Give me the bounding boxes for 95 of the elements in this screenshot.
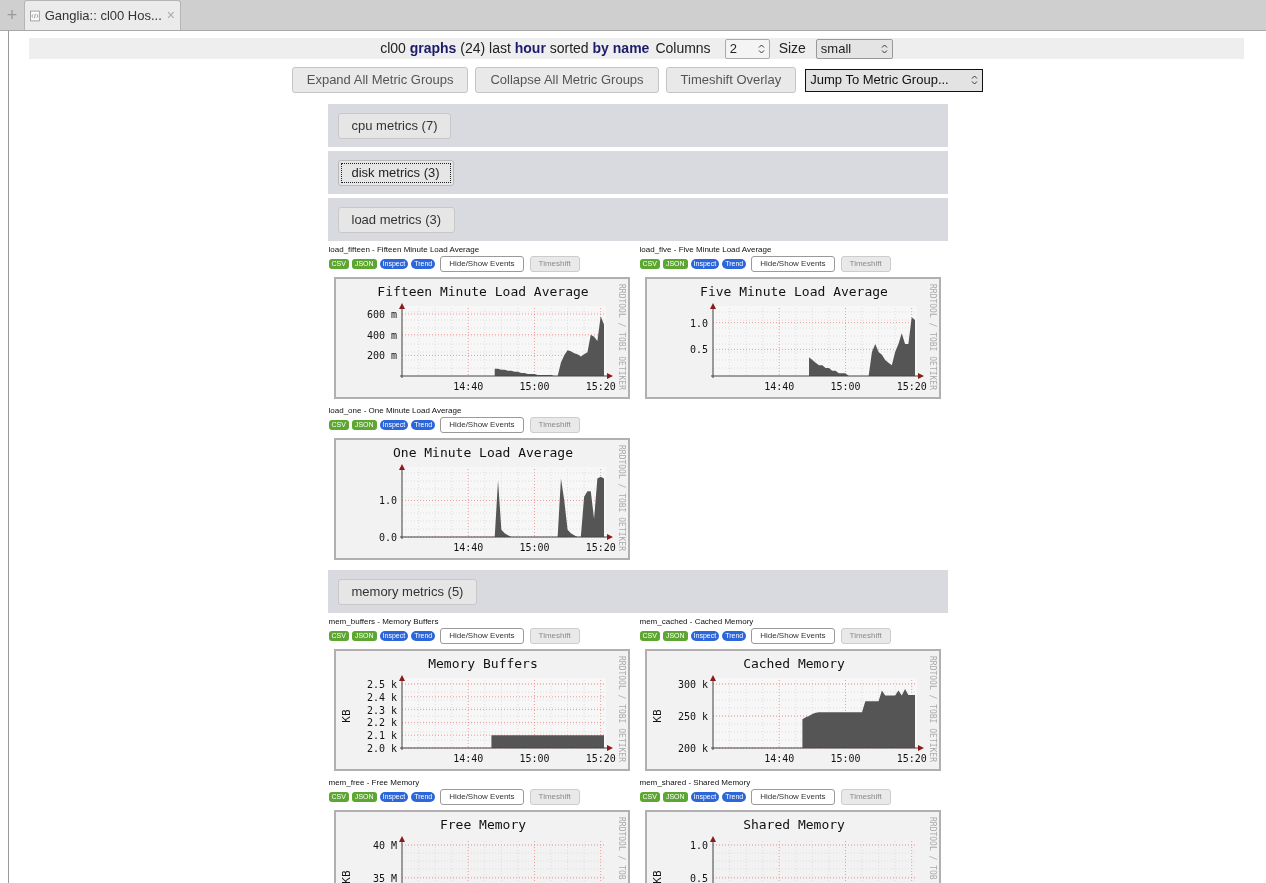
credit-text: RRDTOOL / TOBI OETIKER	[927, 656, 937, 762]
credit-text: RRDTOOL / TOB	[927, 817, 937, 880]
jump-select[interactable]: Jump To Metric Group...	[805, 68, 984, 92]
y-tick-label: 1.0	[689, 317, 708, 329]
x-tick-label: 15:20	[585, 753, 616, 764]
x-tick-label: 14:40	[452, 381, 483, 392]
toolbar-button[interactable]: Timeshift Overlay	[665, 67, 797, 93]
x-tick-label: 15:20	[896, 753, 927, 764]
graph-title: Memory Buffers	[427, 656, 538, 671]
graph-image[interactable]: Five Minute Load Average 1.0 0.5 14:40 15:00 15:20 RRDTOOL / TOBI OETIKER	[644, 277, 941, 399]
metric-group-button[interactable]: disk metrics (3)	[337, 159, 454, 186]
toggle-button[interactable]: Hide/Show Events	[440, 628, 524, 644]
columns-spinner[interactable]: 2	[724, 38, 770, 59]
graph-image[interactable]: Free Memory 40 M 35 M KB RRDTOOL / TOB	[333, 810, 630, 883]
x-tick-label: 15:00	[518, 381, 549, 392]
y-tick-label: 0.5	[689, 872, 708, 883]
y-axis-label: KB	[339, 709, 353, 723]
graph-title: Cached Memory	[742, 656, 845, 671]
toggle-button[interactable]: Hide/Show Events	[440, 789, 524, 805]
size-select[interactable]: small	[815, 38, 893, 59]
y-axis	[709, 836, 716, 883]
y-tick-label: 200 m	[366, 350, 397, 362]
x-tick-label: 15:00	[829, 753, 860, 764]
spinner-arrows-icon	[971, 74, 979, 86]
graph-caption: mem_buffers - Memory Buffers	[327, 617, 440, 627]
y-tick-label: 1.0	[378, 495, 397, 507]
y-tick-label: 40 M	[372, 840, 397, 851]
credit-text: RRDTOOL / TOBI OETIKER	[616, 445, 626, 551]
y-tick-label: 0.5	[689, 344, 708, 356]
graph-caption: load_one - One Minute Load Average	[327, 406, 463, 416]
metric-group-button[interactable]: memory metrics (5)	[337, 578, 478, 605]
columns-label: Columns	[655, 39, 711, 58]
y-tick-label: 400 m	[366, 329, 397, 341]
toggle-button[interactable]: Hide/Show Events	[440, 256, 524, 272]
view-summary: cl00 graphs (24) last hour sorted by name	[380, 39, 650, 58]
y-axis	[398, 836, 405, 883]
credit-text: RRDTOOL / TOBI OETIKER	[616, 284, 626, 390]
x-tick-label: 15:20	[896, 381, 927, 392]
toolbar-button[interactable]: Expand All Metric Groups	[291, 67, 469, 93]
y-tick-label: 35 M	[372, 872, 397, 883]
credit-text: RRDTOOL / TOBI OETIKER	[927, 284, 937, 390]
toggle-button[interactable]: Hide/Show Events	[751, 256, 835, 272]
browser-tab[interactable]: Ganglia:: cl00 Hos... ×	[24, 0, 181, 30]
credit-text: RRDTOOL / TOB	[616, 817, 626, 880]
y-tick-label: 2.1 k	[366, 730, 397, 742]
x-tick-label: 14:40	[452, 753, 483, 764]
y-tick-label: 2.4 k	[366, 691, 397, 703]
y-tick-label: 600 m	[366, 309, 397, 321]
x-tick-label: 15:20	[585, 542, 616, 553]
size-label: Size	[778, 39, 806, 58]
page-icon	[30, 9, 40, 22]
toggle-button[interactable]: Hide/Show Events	[751, 628, 835, 644]
y-tick-label: 2.2 k	[366, 717, 397, 729]
y-axis-label: KB	[650, 709, 664, 723]
graph-caption: load_five - Five Minute Load Average	[638, 245, 773, 255]
spinner-arrows-icon	[757, 42, 765, 55]
graph-image[interactable]: Shared Memory 1.0 0.5 KB RRDTOOL / TOB	[644, 810, 941, 883]
graph-title: Fifteen Minute Load Average	[376, 284, 589, 299]
toggle-button[interactable]: Hide/Show Events	[751, 789, 835, 805]
graph-title: One Minute Load Average	[392, 445, 573, 460]
graph-title: Shared Memory	[742, 817, 845, 832]
x-tick-label: 15:20	[585, 381, 616, 392]
graph-caption: mem_cached - Cached Memory	[638, 617, 755, 627]
y-tick-label: 0.0	[378, 532, 397, 543]
graph-caption: mem_free - Free Memory	[327, 778, 421, 788]
tab-title: Ganglia:: cl00 Hos...	[44, 6, 162, 25]
y-tick-label: 300 k	[677, 679, 708, 690]
y-axis-label: KB	[339, 870, 353, 883]
graph-image[interactable]: Memory Buffers 2.5 k 2.4 k 2.3 k 2.2 k 2.1 k 2.0 k 14:40 15:00 15:20 KB RRDTOOL / TOBI OETIKER	[333, 649, 630, 771]
x-tick-label: 15:00	[829, 381, 860, 392]
graph-caption: load_fifteen - Fifteen Minute Load Average	[327, 245, 481, 255]
x-tick-label: 15:00	[518, 542, 549, 553]
x-tick-label: 15:00	[518, 753, 549, 764]
y-tick-label: 2.3 k	[366, 704, 397, 716]
y-tick-label: 200 k	[677, 743, 708, 754]
x-tick-label: 14:40	[763, 381, 794, 392]
graph-title: Free Memory	[439, 817, 526, 832]
y-axis-label: KB	[650, 870, 664, 883]
toolbar-button[interactable]: Collapse All Metric Groups	[475, 67, 659, 93]
graph-title: Five Minute Load Average	[699, 284, 888, 299]
metric-group-button[interactable]: cpu metrics (7)	[337, 112, 452, 139]
y-tick-label: 2.5 k	[366, 679, 397, 690]
spinner-arrows-icon	[880, 42, 888, 55]
credit-text: RRDTOOL / TOBI OETIKER	[616, 656, 626, 762]
graph-image[interactable]: Cached Memory 300 k 250 k 200 k 14:40 15:00 15:20 KB RRDTOOL / TOBI OETIKER	[644, 649, 941, 771]
metric-group-button[interactable]: load metrics (3)	[337, 206, 456, 233]
graph-image[interactable]: One Minute Load Average 1.0 0.0 14:40 15:00 15:20 RRDTOOL / TOBI OETIKER	[333, 438, 630, 560]
graph-caption: mem_shared - Shared Memory	[638, 778, 752, 788]
y-tick-label: 2.0 k	[366, 743, 397, 754]
toggle-button[interactable]: Hide/Show Events	[440, 417, 524, 433]
y-tick-label: 250 k	[677, 711, 708, 722]
x-tick-label: 14:40	[452, 542, 483, 553]
y-tick-label: 1.0	[689, 840, 708, 851]
x-tick-label: 14:40	[763, 753, 794, 764]
graph-image[interactable]: Fifteen Minute Load Average 600 m 400 m 200 m 14:40 15:00 15:20 RRDTOOL / TOBI OETIKER	[333, 277, 630, 399]
